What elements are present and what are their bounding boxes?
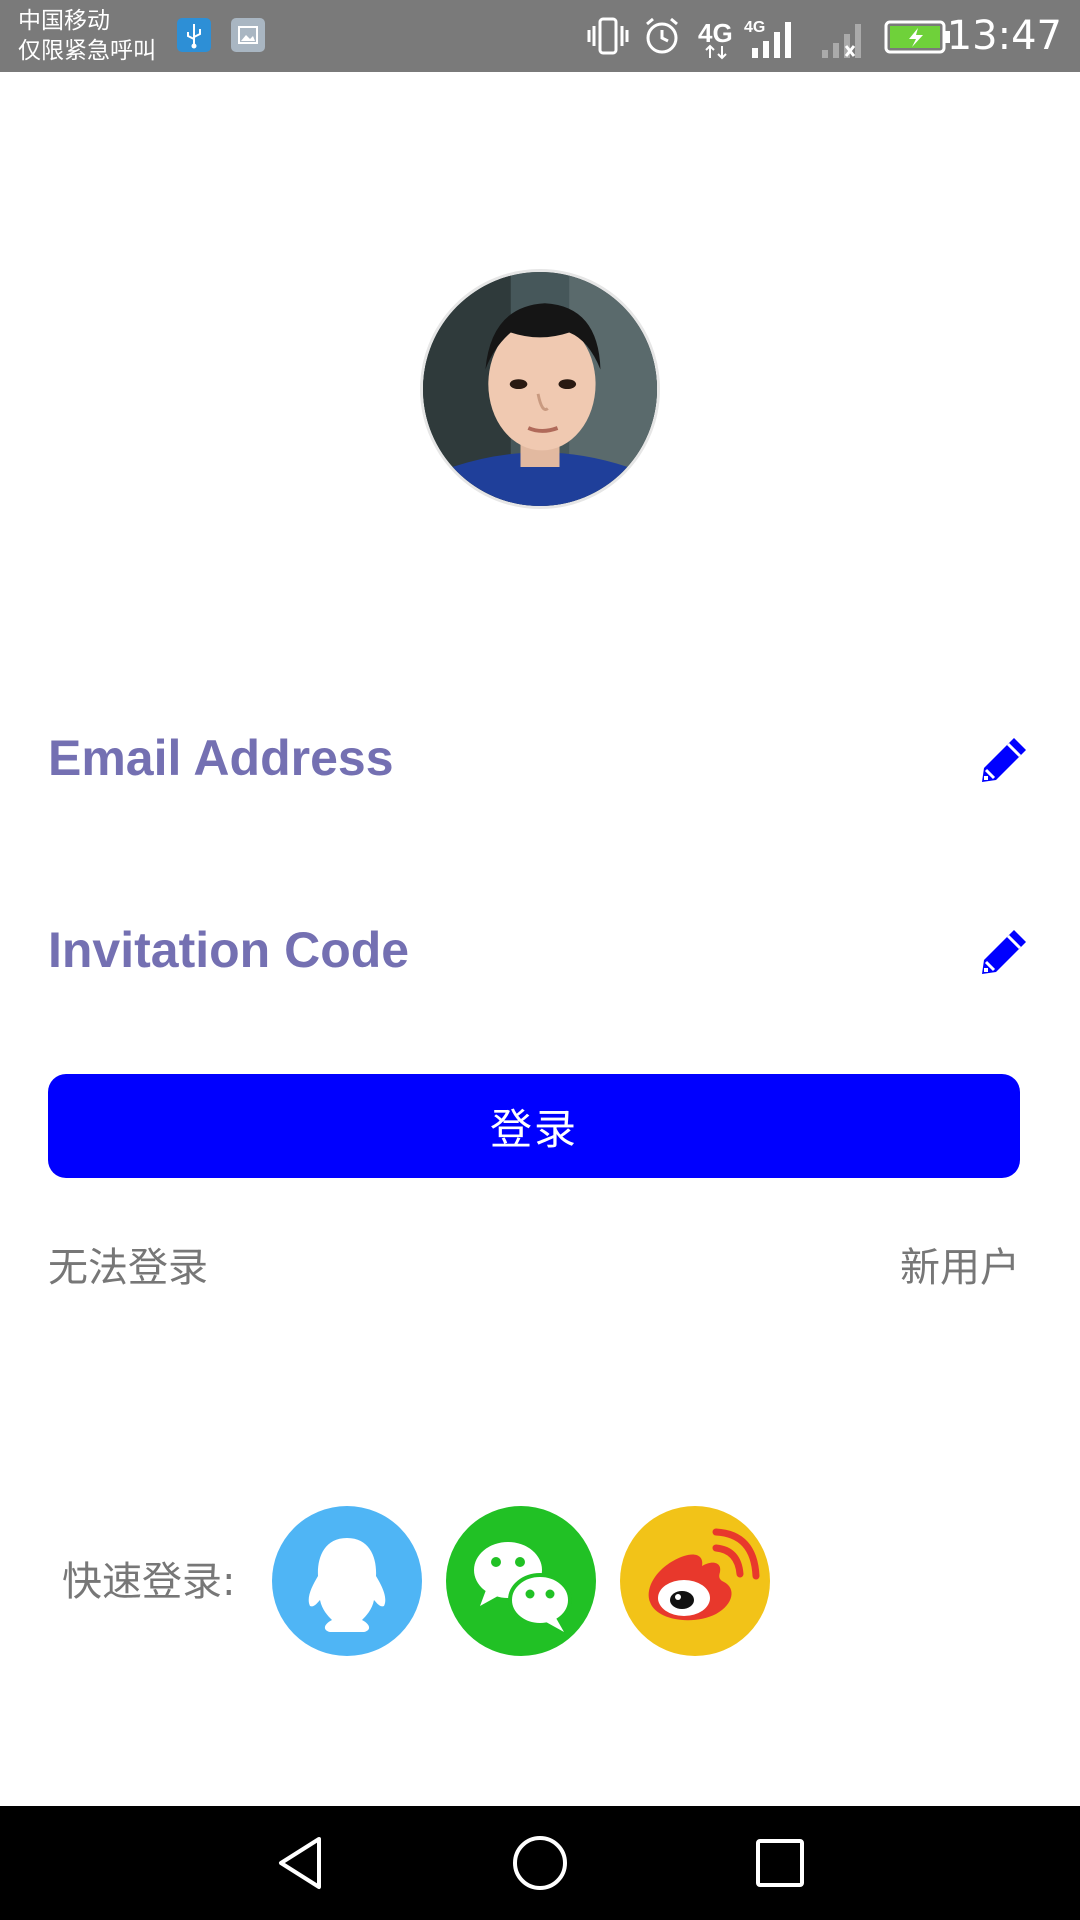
network-4g-icon: 4G xyxy=(698,18,733,60)
usb-icon xyxy=(177,18,211,52)
image-notification-icon xyxy=(231,18,265,52)
login-button[interactable]: 登录 xyxy=(48,1074,1020,1178)
clock: 13:47 xyxy=(946,13,1062,59)
pencil-icon[interactable] xyxy=(976,924,1032,980)
signal-none-icon xyxy=(822,24,861,58)
wechat-icon xyxy=(474,1542,572,1632)
qq-icon xyxy=(308,1538,386,1632)
carrier-info: 中国移动 仅限紧急呼叫 xyxy=(18,6,156,66)
carrier-status: 仅限紧急呼叫 xyxy=(18,38,156,64)
home-circle-icon[interactable] xyxy=(510,1833,570,1893)
pencil-icon[interactable] xyxy=(976,732,1032,788)
signal-4g-icon: 4G xyxy=(744,19,791,58)
navigation-bar xyxy=(0,1806,1080,1920)
weibo-login-button[interactable] xyxy=(620,1506,770,1656)
invitation-code-label: Invitation Code xyxy=(48,922,410,978)
recent-square-icon[interactable] xyxy=(750,1833,810,1893)
qq-login-button[interactable] xyxy=(272,1506,422,1656)
signal-4g-label: 4G xyxy=(744,19,765,36)
new-user-link[interactable]: 新用户 xyxy=(900,1240,1020,1296)
back-triangle-icon[interactable] xyxy=(271,1833,331,1893)
vibrate-icon xyxy=(587,17,629,55)
avatar[interactable] xyxy=(420,269,660,509)
quick-login-label: 快速登录: xyxy=(62,1559,236,1605)
weibo-icon xyxy=(648,1528,760,1621)
avatar-photo xyxy=(423,272,657,506)
wechat-login-button[interactable] xyxy=(446,1506,596,1656)
alarm-icon xyxy=(646,17,678,54)
network-4g-label: 4G xyxy=(698,18,733,48)
email-label: Email Address xyxy=(48,730,394,786)
status-bar: 中国移动 仅限紧急呼叫 4G 4G 13:47 xyxy=(0,0,1080,72)
invitation-code-field[interactable]: Invitation Code xyxy=(48,900,1032,1000)
carrier-name: 中国移动 xyxy=(18,8,110,34)
battery-charging-icon xyxy=(884,20,950,54)
cannot-login-link[interactable]: 无法登录 xyxy=(48,1240,208,1296)
login-screen: 中国移动 仅限紧急呼叫 4G 4G 13:47 Email Address In… xyxy=(0,0,1080,1920)
email-field[interactable]: Email Address xyxy=(48,708,1032,808)
